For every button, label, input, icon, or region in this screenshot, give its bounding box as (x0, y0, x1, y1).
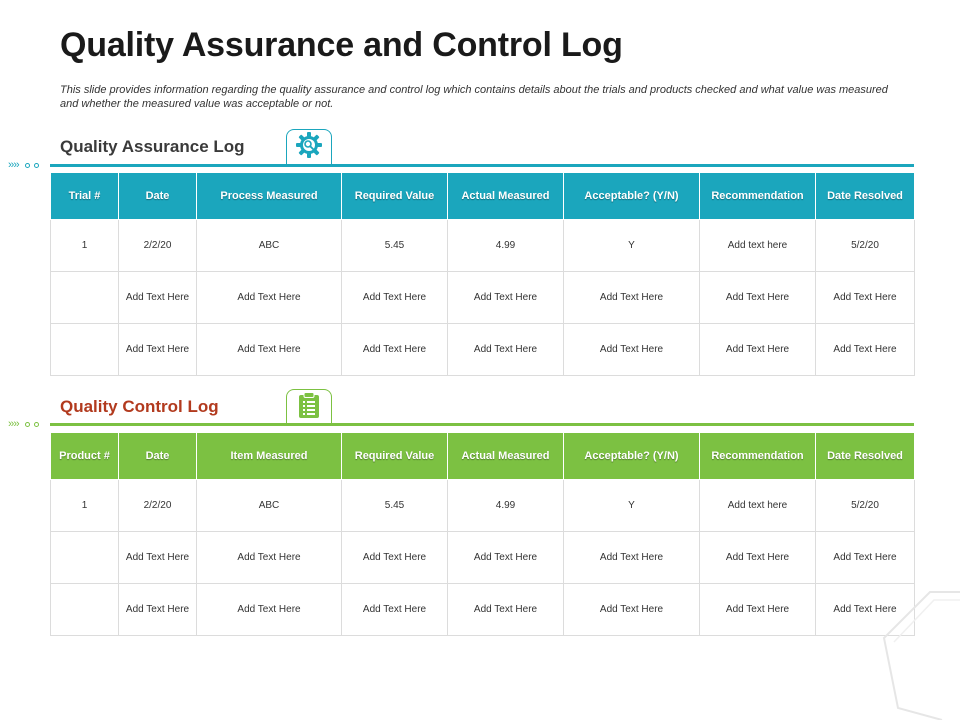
column-header: Acceptable? (Y/N) (563, 172, 700, 220)
table-cell: Add Text Here (563, 271, 700, 324)
assurance-log-table: Trial # Date Process Measured Required Valu… (50, 172, 915, 376)
column-header: Item Measured (196, 432, 342, 480)
table-cell: Add Text Here (196, 583, 342, 636)
table-cell: Add Text Here (196, 271, 342, 324)
table-cell (50, 583, 119, 636)
gear-magnifier-icon (295, 131, 323, 164)
table-cell: 4.99 (447, 219, 564, 272)
table-cell: Add Text Here (815, 323, 915, 376)
control-log-table: Product # Date Item Measured Required Value… (50, 432, 915, 636)
corner-hexagon-decoration (882, 591, 960, 720)
table-cell: 5.45 (341, 219, 448, 272)
table-cell: Add Text Here (118, 531, 197, 584)
table-cell: ABC (196, 479, 342, 532)
table-row: 1 2/2/20 ABC 5.45 4.99 Y Add text here 5/2/20 (50, 219, 915, 272)
table-row: 1 2/2/20 ABC 5.45 4.99 Y Add text here 5/2/20 (50, 479, 915, 532)
column-header: Actual Measured (447, 432, 564, 480)
table-cell: Add Text Here (699, 323, 816, 376)
column-header: Required Value (341, 432, 448, 480)
table-cell: Add Text Here (447, 583, 564, 636)
table-header-row: Trial # Date Process Measured Required Valu… (50, 172, 915, 220)
table-cell: Add Text Here (447, 271, 564, 324)
table-cell: Add Text Here (563, 583, 700, 636)
table-cell: Add Text Here (563, 323, 700, 376)
assurance-section-heading: Quality Assurance Log (60, 137, 245, 156)
chevron-dots-decoration: ›››› (8, 418, 39, 430)
table-cell: Add Text Here (118, 583, 197, 636)
column-header: Recommendation (699, 172, 816, 220)
table-cell: Add Text Here (815, 271, 915, 324)
assurance-divider (50, 164, 914, 167)
table-row: Add Text Here Add Text Here Add Text Here A… (50, 323, 915, 376)
column-header: Date Resolved (815, 432, 915, 480)
table-cell: Add Text Here (196, 323, 342, 376)
table-cell: Y (563, 479, 700, 532)
table-cell: 1 (50, 479, 119, 532)
table-cell: Add text here (699, 219, 816, 272)
table-cell: Add Text Here (699, 531, 816, 584)
table-cell (50, 271, 119, 324)
page-subtitle: This slide provides information regardin… (60, 84, 888, 110)
column-header: Trial # (50, 172, 119, 220)
table-row: Add Text Here Add Text Here Add Text Here A… (50, 531, 915, 584)
table-cell: ABC (196, 219, 342, 272)
table-cell: 4.99 (447, 479, 564, 532)
column-header: Actual Measured (447, 172, 564, 220)
table-cell: Add Text Here (341, 271, 448, 324)
table-cell: 5.45 (341, 479, 448, 532)
table-cell: Y (563, 219, 700, 272)
table-cell: Add Text Here (341, 323, 448, 376)
table-cell: Add Text Here (196, 531, 342, 584)
column-header: Product # (50, 432, 119, 480)
table-cell: Add Text Here (341, 583, 448, 636)
table-cell: Add text here (699, 479, 816, 532)
table-header-row: Product # Date Item Measured Required Value… (50, 432, 915, 480)
column-header: Date (118, 172, 197, 220)
table-cell: Add Text Here (699, 583, 816, 636)
table-cell (50, 531, 119, 584)
table-cell: 5/2/20 (815, 219, 915, 272)
clipboard-icon (297, 391, 321, 424)
assurance-icon-tab (286, 129, 332, 165)
column-header: Recommendation (699, 432, 816, 480)
column-header: Date (118, 432, 197, 480)
column-header: Required Value (341, 172, 448, 220)
page-title: Quality Assurance and Control Log (60, 26, 623, 64)
table-cell: 1 (50, 219, 119, 272)
table-cell: 2/2/20 (118, 219, 197, 272)
table-cell: 2/2/20 (118, 479, 197, 532)
table-cell: Add Text Here (447, 323, 564, 376)
column-header: Date Resolved (815, 172, 915, 220)
column-header: Acceptable? (Y/N) (563, 432, 700, 480)
control-section-heading: Quality Control Log (60, 397, 219, 416)
chevron-dots-decoration: ›››› (8, 159, 39, 171)
table-cell: Add Text Here (699, 271, 816, 324)
table-cell (50, 323, 119, 376)
table-cell: 5/2/20 (815, 479, 915, 532)
table-row: Add Text Here Add Text Here Add Text Here A… (50, 583, 915, 636)
control-icon-tab (286, 389, 332, 425)
column-header: Process Measured (196, 172, 342, 220)
table-cell: Add Text Here (815, 531, 915, 584)
table-cell: Add Text Here (447, 531, 564, 584)
table-row: Add Text Here Add Text Here Add Text Here A… (50, 271, 915, 324)
table-cell: Add Text Here (118, 323, 197, 376)
table-cell: Add Text Here (118, 271, 197, 324)
table-cell: Add Text Here (563, 531, 700, 584)
table-cell: Add Text Here (341, 531, 448, 584)
control-divider (50, 423, 914, 426)
